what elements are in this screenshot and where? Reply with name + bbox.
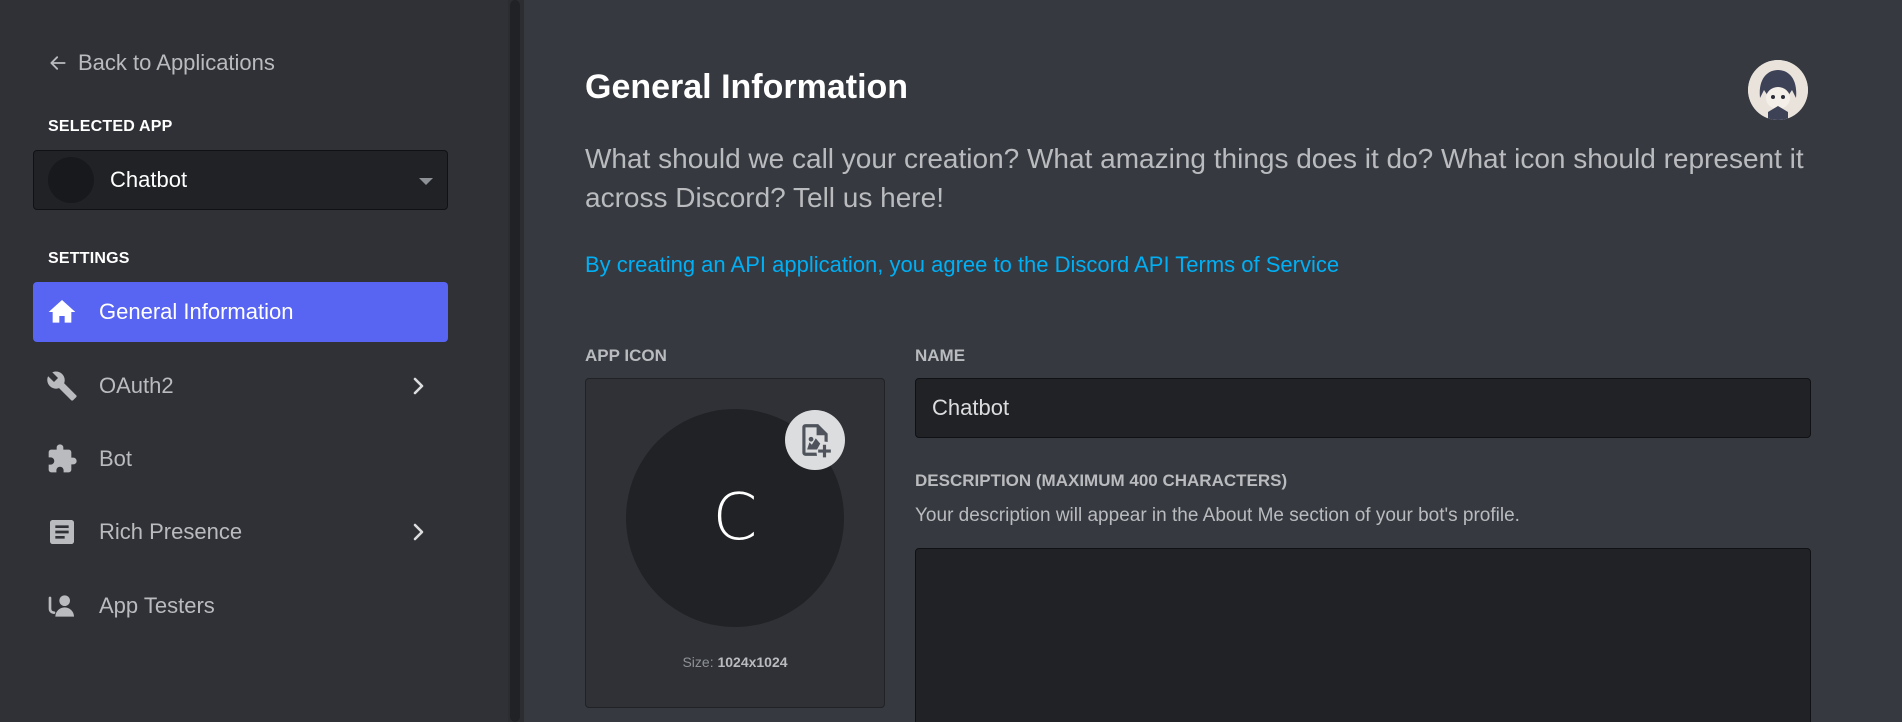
sidebar-item-label: Rich Presence: [99, 519, 243, 544]
app-avatar: [48, 157, 94, 203]
icon-size-hint: Size: 1024x1024: [586, 654, 884, 670]
name-label: NAME: [915, 346, 966, 365]
sidebar-item-rich-presence[interactable]: Rich Presence: [33, 502, 448, 562]
chevron-right-icon: [413, 523, 424, 541]
terms-of-service-link[interactable]: By creating an API application, you agre…: [585, 252, 1339, 278]
sidebar-item-general-information[interactable]: General Information: [33, 282, 448, 342]
app-icon-label: APP ICON: [585, 346, 667, 365]
user-icon: [45, 589, 79, 623]
size-value: 1024x1024: [717, 654, 788, 670]
sidebar-item-label: General Information: [99, 299, 294, 324]
sidebar-item-label: Bot: [99, 446, 133, 471]
selected-app-heading: SELECTED APP: [48, 118, 173, 135]
page-title: General Information: [585, 68, 909, 106]
caret-down-icon: [419, 178, 433, 185]
scrollbar-thumb[interactable]: [510, 0, 520, 722]
app-selector-dropdown[interactable]: Chatbot: [33, 150, 448, 210]
settings-heading: SETTINGS: [48, 250, 130, 267]
arrow-left-icon: [50, 56, 66, 70]
back-link-label: Back to Applications: [78, 50, 275, 75]
description-label: DESCRIPTION (MAXIMUM 400 CHARACTERS): [915, 471, 1288, 490]
selected-app-name: Chatbot: [110, 167, 188, 192]
chevron-right-icon: [413, 377, 424, 395]
sidebar: Back to Applications SELECTED APP Chatbo…: [0, 0, 508, 722]
puzzle-icon: [45, 442, 79, 476]
upload-image-button[interactable]: [785, 410, 845, 470]
app-icon-uploader[interactable]: C Size: 1024x1024: [585, 378, 885, 708]
wrench-icon: [45, 369, 79, 403]
sidebar-scrollbar[interactable]: [508, 0, 524, 722]
home-icon: [45, 295, 79, 329]
avatar-image: [1748, 60, 1808, 120]
description-textarea[interactable]: [915, 548, 1811, 722]
sidebar-item-app-testers[interactable]: App Testers: [33, 576, 448, 636]
sidebar-item-label: App Testers: [99, 593, 215, 618]
back-to-applications-link[interactable]: Back to Applications: [48, 50, 275, 76]
description-hint: Your description will appear in the Abou…: [915, 505, 1520, 526]
main-content: General Information What should we call …: [524, 0, 1902, 722]
user-avatar[interactable]: [1748, 60, 1808, 120]
sidebar-item-label: OAuth2: [99, 373, 174, 398]
sidebar-item-oauth2[interactable]: OAuth2: [33, 356, 448, 416]
image-add-icon: [802, 424, 831, 458]
page-subtitle: What should we call your creation? What …: [585, 143, 1804, 213]
sidebar-item-bot[interactable]: Bot: [33, 429, 448, 489]
name-input[interactable]: [915, 378, 1811, 438]
app-icon-initial: C: [712, 481, 758, 555]
document-icon: [45, 515, 79, 549]
size-prefix: Size:: [682, 654, 714, 670]
